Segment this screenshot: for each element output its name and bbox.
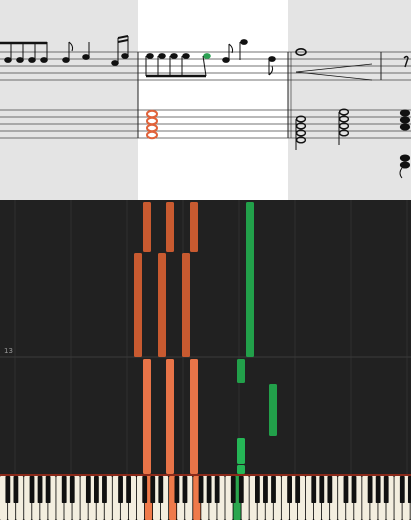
measure-number: 13 (4, 347, 13, 355)
keyboard-top-rail (0, 474, 411, 476)
black-key[interactable] (69, 476, 75, 503)
black-key[interactable] (142, 476, 148, 503)
black-key[interactable] (37, 476, 43, 503)
black-key[interactable] (319, 476, 325, 503)
next-measure-notes (295, 47, 411, 179)
black-key[interactable] (102, 476, 107, 503)
black-key[interactable] (13, 476, 19, 503)
black-key[interactable] (295, 476, 301, 503)
black-key[interactable] (198, 476, 204, 503)
black-key[interactable] (29, 476, 35, 503)
black-key[interactable] (118, 476, 123, 503)
piano-roll: 13 (0, 200, 411, 474)
black-key[interactable] (238, 476, 244, 503)
black-key[interactable] (351, 476, 357, 503)
score-svg (0, 0, 411, 200)
piano-roll-svg (0, 200, 411, 474)
black-key[interactable] (383, 476, 389, 503)
black-key[interactable] (375, 476, 381, 503)
black-key[interactable] (271, 476, 276, 503)
black-key[interactable] (327, 476, 333, 503)
black-key[interactable] (367, 476, 373, 503)
black-key[interactable] (85, 476, 91, 503)
prev-measure-notes (0, 35, 129, 66)
keyboard-svg[interactable] (0, 474, 411, 520)
black-key[interactable] (126, 476, 131, 503)
black-key[interactable] (182, 476, 188, 503)
black-key[interactable] (150, 476, 156, 503)
black-key[interactable] (343, 476, 349, 503)
black-key[interactable] (287, 476, 292, 503)
black-key[interactable] (230, 476, 236, 503)
black-key[interactable] (45, 476, 51, 503)
black-key[interactable] (399, 476, 405, 503)
black-key[interactable] (158, 476, 164, 503)
sheet-music-panel (0, 0, 411, 200)
piano-keyboard[interactable] (0, 474, 411, 520)
black-key[interactable] (311, 476, 317, 503)
black-key[interactable] (94, 476, 99, 503)
black-key[interactable] (61, 476, 67, 503)
black-key[interactable] (214, 476, 220, 503)
black-key[interactable] (263, 476, 268, 503)
active-treble-note (203, 53, 211, 59)
black-key[interactable] (174, 476, 180, 503)
black-key[interactable] (206, 476, 212, 503)
current-measure-highlight (138, 0, 288, 200)
black-key[interactable] (5, 476, 11, 503)
black-key[interactable] (255, 476, 260, 503)
